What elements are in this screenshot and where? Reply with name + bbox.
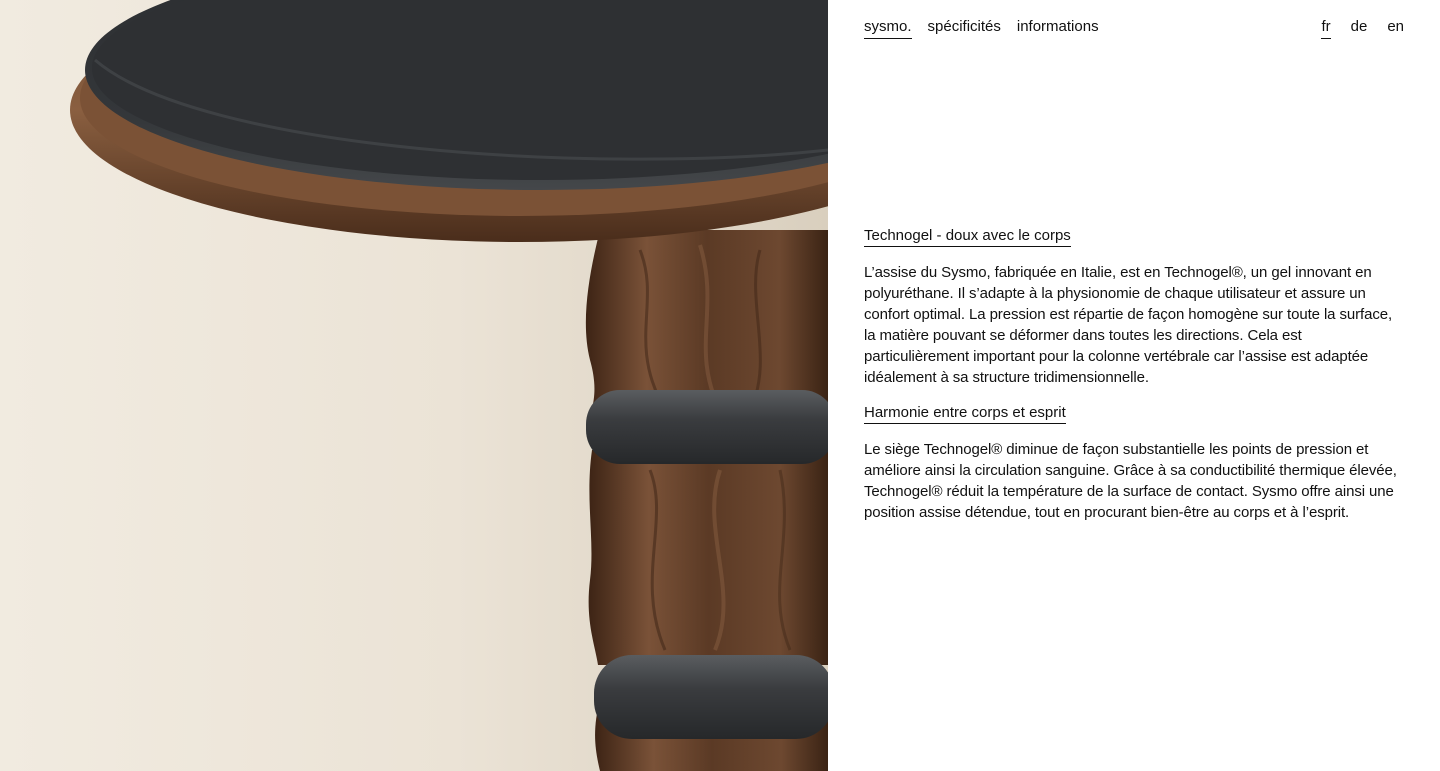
content-panel: sysmo. spécificités informations fr de e… [828, 0, 1440, 771]
nav-item-informations[interactable]: informations [1017, 18, 1099, 39]
lang-de-link[interactable]: de [1351, 18, 1368, 39]
page: sysmo. spécificités informations fr de e… [0, 0, 1440, 771]
article: Technogel - doux avec le corps L’assise … [864, 227, 1404, 539]
nav-brand-link[interactable]: sysmo. [864, 18, 912, 39]
product-photo [0, 0, 828, 771]
main-nav: sysmo. spécificités informations [864, 18, 1099, 39]
section-body-harmonie: Le siège Technogel® diminue de façon sub… [864, 441, 1397, 521]
stool-illustration [0, 0, 828, 771]
section-title-harmonie: Harmonie entre corps et esprit [864, 404, 1066, 424]
section-body-technogel: L’assise du Sysmo, fabriquée en Italie, … [864, 264, 1393, 386]
language-switcher: fr de en [1321, 18, 1404, 39]
lang-en-link[interactable]: en [1387, 18, 1404, 39]
lang-fr-link[interactable]: fr [1321, 18, 1331, 39]
nav-item-specificites[interactable]: spécificités [928, 18, 1001, 39]
section-title-technogel: Technogel - doux avec le corps [864, 227, 1071, 247]
